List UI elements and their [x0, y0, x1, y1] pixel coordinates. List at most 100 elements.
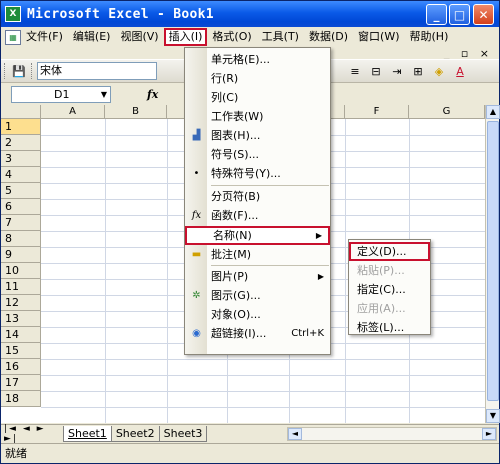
- workbook-icon[interactable]: ▦: [5, 29, 21, 45]
- menu-window[interactable]: 窗口(W): [353, 28, 404, 46]
- menu-file[interactable]: 文件(F): [21, 28, 68, 46]
- column-header-a[interactable]: A: [41, 105, 105, 119]
- row-header-2[interactable]: 2: [1, 135, 41, 151]
- row-header-17[interactable]: 17: [1, 375, 41, 391]
- insert-function-icon[interactable]: fx: [147, 88, 158, 101]
- menu-separator: [211, 265, 329, 266]
- chart-icon: ▟: [192, 130, 201, 141]
- row-header-9[interactable]: 9: [1, 247, 41, 263]
- menu-item-chart[interactable]: ▟ 图表(H)...: [185, 126, 330, 145]
- menu-item-hyperlink[interactable]: ◉ 超链接(I)... Ctrl+K: [185, 324, 330, 343]
- scroll-right-icon[interactable]: ►: [482, 428, 496, 440]
- horizontal-scrollbar[interactable]: ◄ ►: [287, 427, 497, 441]
- fill-color-icon[interactable]: ◈: [430, 62, 448, 80]
- menu-item-picture[interactable]: 图片(P) ▶: [185, 267, 330, 286]
- submenu-item-define[interactable]: 定义(D)...: [349, 242, 430, 261]
- menu-view[interactable]: 视图(V): [115, 28, 163, 46]
- submenu-item-create[interactable]: 指定(C)...: [349, 280, 430, 299]
- row-header-5[interactable]: 5: [1, 183, 41, 199]
- menu-item-page-break[interactable]: 分页符(B): [185, 187, 330, 206]
- close-button[interactable]: ✕: [473, 4, 494, 25]
- menu-edit[interactable]: 编辑(E): [68, 28, 116, 46]
- menu-item-rows[interactable]: 行(R): [185, 69, 330, 88]
- comment-icon: ▬: [191, 249, 202, 260]
- minimize-button[interactable]: _: [426, 4, 447, 25]
- diagram-icon: ✲: [192, 290, 201, 301]
- menu-item-label: 分页符(B): [211, 190, 261, 203]
- scroll-up-icon[interactable]: ▲: [486, 105, 500, 119]
- row-header-11[interactable]: 11: [1, 279, 41, 295]
- insert-menu-dropdown: 单元格(E)... 行(R) 列(C) 工作表(W) ▟ 图表(H)... 符号(…: [184, 47, 331, 355]
- sheet-tab-2[interactable]: Sheet2: [110, 425, 160, 442]
- sheet-nav-arrows-icon[interactable]: |◄ ◄ ► ►|: [4, 424, 64, 444]
- maximize-button[interactable]: □: [449, 4, 470, 25]
- row-header-7[interactable]: 7: [1, 215, 41, 231]
- menu-data[interactable]: 数据(D): [304, 28, 353, 46]
- borders-icon[interactable]: ⊞: [409, 62, 427, 80]
- row-header-6[interactable]: 6: [1, 199, 41, 215]
- row-header-12[interactable]: 12: [1, 295, 41, 311]
- chevron-down-icon[interactable]: ▼: [101, 87, 107, 102]
- row-header-13[interactable]: 13: [1, 311, 41, 327]
- gridline: [41, 391, 485, 392]
- scroll-left-icon[interactable]: ◄: [288, 428, 302, 440]
- row-header-10[interactable]: 10: [1, 263, 41, 279]
- column-header-b[interactable]: B: [105, 105, 167, 119]
- row-header-3[interactable]: 3: [1, 151, 41, 167]
- menu-help[interactable]: 帮助(H): [405, 28, 454, 46]
- menu-item-symbol[interactable]: 符号(S)...: [185, 145, 330, 164]
- sheet-tab-1[interactable]: Sheet1: [63, 425, 112, 442]
- toolbar-grip[interactable]: [4, 63, 7, 79]
- menu-item-label: 行(R): [211, 72, 239, 85]
- menu-item-name[interactable]: 名称(N) ▶: [185, 226, 330, 245]
- excel-icon[interactable]: X: [5, 6, 21, 22]
- menu-format[interactable]: 格式(O): [207, 28, 256, 46]
- menu-item-object[interactable]: 对象(O)...: [185, 305, 330, 324]
- font-name-box[interactable]: 宋体: [37, 62, 157, 80]
- name-box[interactable]: D1 ▼: [11, 85, 111, 103]
- column-header-f[interactable]: F: [345, 105, 409, 119]
- menu-item-label: 单元格(E)...: [211, 53, 271, 66]
- toolbar-grip-2[interactable]: [31, 63, 34, 79]
- menu-item-worksheet[interactable]: 工作表(W): [185, 107, 330, 126]
- submenu-arrow-icon: ▶: [317, 272, 324, 281]
- font-color-icon[interactable]: A: [451, 62, 469, 80]
- row-header-18[interactable]: 18: [1, 391, 41, 407]
- row-header-16[interactable]: 16: [1, 359, 41, 375]
- row-header-15[interactable]: 15: [1, 343, 41, 359]
- cell-reference: D1: [54, 87, 70, 101]
- select-all-corner[interactable]: [1, 105, 41, 119]
- submenu-arrow-icon: ▶: [315, 231, 322, 240]
- align-right-icon[interactable]: ≡: [346, 62, 364, 80]
- menu-item-cells[interactable]: 单元格(E)...: [185, 50, 330, 69]
- sheet-tabs-bar: |◄ ◄ ► ►| Sheet1 Sheet2 Sheet3 ◄ ►: [1, 424, 499, 444]
- menu-insert[interactable]: 插入(I): [163, 28, 208, 46]
- menu-item-comment[interactable]: ▬ 批注(M): [185, 245, 330, 264]
- row-header-8[interactable]: 8: [1, 231, 41, 247]
- column-header-g[interactable]: G: [409, 105, 485, 119]
- menu-item-columns[interactable]: 列(C): [185, 88, 330, 107]
- submenu-item-label[interactable]: 标签(L)...: [349, 318, 430, 337]
- save-icon[interactable]: 💾: [10, 62, 28, 80]
- submenu-item-apply: 应用(A)...: [357, 302, 406, 315]
- menu-item-label: 图片(P): [211, 270, 249, 283]
- indent-icon[interactable]: ⇥: [388, 62, 406, 80]
- menu-item-function[interactable]: fx 函数(F)...: [185, 206, 330, 225]
- menu-item-label: 特殊符号(Y)...: [211, 167, 281, 180]
- menu-item-label: 符号(S)...: [211, 148, 260, 161]
- menu-tools[interactable]: 工具(T): [257, 28, 304, 46]
- row-header-1[interactable]: 1: [1, 119, 41, 135]
- scroll-down-icon[interactable]: ▼: [486, 409, 500, 423]
- title-bar: X Microsoft Excel - Book1 _ □ ✕: [1, 1, 499, 27]
- menu-item-special-symbol[interactable]: • 特殊符号(Y)...: [185, 164, 330, 183]
- menu-item-diagram[interactable]: ✲ 图示(G)...: [185, 286, 330, 305]
- scroll-thumb[interactable]: [487, 121, 499, 401]
- merge-center-icon[interactable]: ⊟: [367, 62, 385, 80]
- name-submenu: 定义(D)... 粘贴(P)... 指定(C)... 应用(A)... 标签(L…: [348, 239, 431, 335]
- row-header-4[interactable]: 4: [1, 167, 41, 183]
- menu-item-label: 列(C): [211, 91, 239, 104]
- row-header-14[interactable]: 14: [1, 327, 41, 343]
- gridline: [105, 119, 106, 423]
- sheet-tab-3[interactable]: Sheet3: [158, 425, 208, 442]
- vertical-scrollbar[interactable]: ▲ ▼: [485, 105, 500, 423]
